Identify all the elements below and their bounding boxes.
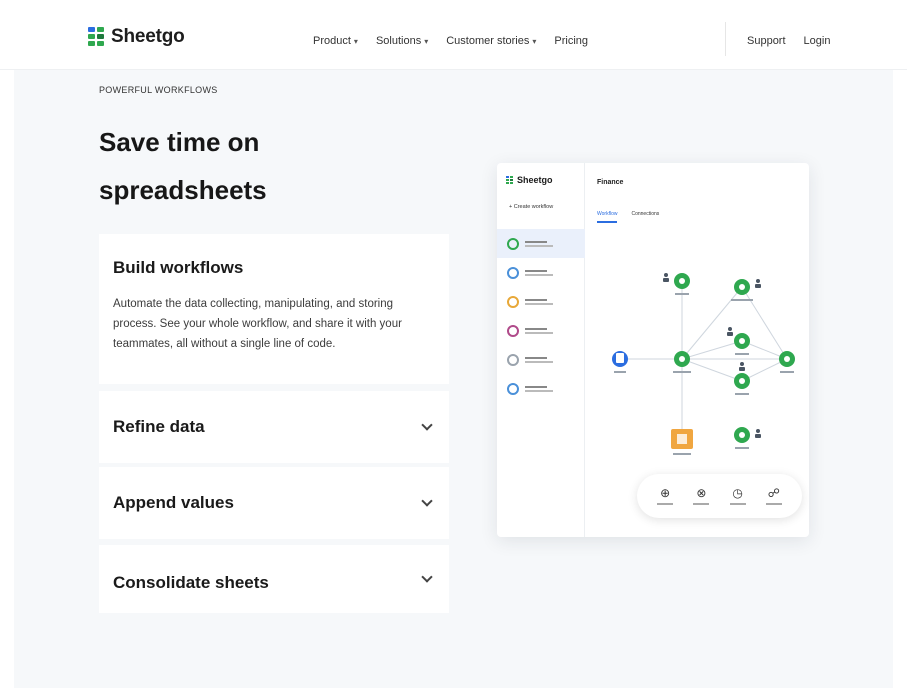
accordion-title: Consolidate sheets	[113, 573, 269, 592]
app-sidebar: Sheetgo + Create workflow	[497, 163, 585, 537]
nav-divider	[725, 22, 726, 56]
workflow-list	[497, 229, 585, 403]
chevron-down-icon: ▾	[424, 36, 429, 46]
workflow-toolbar: ⊕ ⊗ ◷ ☍	[637, 474, 802, 518]
tool-connect: ⊕	[657, 486, 674, 505]
tool-filter: ⊗	[693, 486, 710, 505]
app-preview-screenshot: Sheetgo + Create workflow Finance Workfl…	[497, 163, 809, 537]
accordion-title: Refine data	[113, 417, 205, 436]
accordion-item-refine-data[interactable]: Refine data	[99, 391, 449, 463]
filter-icon: ⊗	[696, 486, 707, 500]
accordion-title: Append values	[113, 493, 234, 512]
share-icon: ☍	[767, 486, 780, 500]
nav-item-solutions[interactable]: Solutions ▾	[376, 35, 428, 47]
tab-workflow: Workflow	[597, 211, 618, 223]
schedule-icon: ◷	[732, 486, 743, 500]
nav-item-label: Product	[313, 35, 351, 47]
accordion-item-consolidate-sheets[interactable]: Consolidate sheets	[99, 545, 449, 613]
nav-item-customer-stories[interactable]: Customer stories ▾	[446, 35, 536, 47]
nav-item-label: Solutions	[375, 35, 422, 47]
app-tabs: Workflow Connections	[597, 211, 659, 223]
workflow-node	[734, 427, 750, 443]
workflow-node	[734, 279, 750, 295]
node-label	[614, 293, 794, 455]
section-eyebrow: POWERFUL WORKFLOWS	[99, 85, 218, 95]
workflow-icon	[507, 382, 519, 395]
sheetgo-logo-icon	[506, 175, 514, 185]
workflow-node	[734, 333, 750, 349]
chevron-down-icon	[419, 571, 435, 587]
accordion-item-build-workflows[interactable]: Build workflows Automate the data collec…	[99, 234, 449, 384]
main-nav: Product ▾ Solutions ▾ Customer stories ▾…	[313, 35, 588, 47]
sheetgo-logo-icon	[88, 27, 105, 47]
nav-item-label: Pricing	[554, 35, 588, 47]
workflow-icon	[507, 324, 519, 337]
accordion-body: Automate the data collecting, manipulati…	[113, 298, 402, 350]
app-brand: Sheetgo	[506, 175, 553, 185]
nav-item-product[interactable]: Product ▾	[313, 35, 358, 47]
workflow-node	[734, 373, 750, 389]
tab-connections: Connections	[631, 211, 660, 217]
list-item	[497, 345, 585, 374]
list-item	[497, 287, 585, 316]
brand-name: Sheetgo	[111, 26, 185, 47]
nav-item-label: Customer stories	[446, 35, 530, 47]
brand-logo[interactable]: Sheetgo	[88, 26, 185, 48]
chevron-down-icon	[419, 495, 435, 511]
file-node	[671, 429, 693, 449]
chevron-down-icon	[419, 419, 435, 435]
list-item	[497, 374, 585, 403]
list-item	[497, 258, 585, 287]
workflow-diagram	[612, 273, 795, 455]
connect-icon: ⊕	[660, 486, 671, 500]
tool-schedule: ◷	[729, 486, 746, 505]
workflow-icon	[507, 353, 519, 366]
tool-share: ☍	[765, 486, 782, 505]
list-item	[497, 316, 585, 345]
accordion-item-append-values[interactable]: Append values	[99, 467, 449, 539]
page-title: Save time on spreadsheets	[99, 127, 267, 205]
top-navigation-bar: Sheetgo Product ▾ Solutions ▾ Customer s…	[0, 0, 907, 70]
workflow-node	[674, 351, 690, 367]
chevron-down-icon: ▾	[532, 36, 537, 46]
app-brand-name: Sheetgo	[517, 175, 553, 185]
account-nav: Support Login	[747, 35, 830, 47]
source-node	[612, 351, 628, 367]
workflow-icon	[507, 295, 519, 308]
workflow-icon	[507, 266, 519, 279]
workflow-node	[779, 351, 795, 367]
app-workflow-title: Finance	[597, 179, 624, 186]
workflow-icon	[507, 237, 519, 250]
list-item	[497, 229, 585, 258]
create-workflow-button: + Create workflow	[509, 204, 554, 210]
workflow-node	[674, 273, 690, 289]
chevron-down-icon: ▾	[353, 36, 358, 46]
accordion-title: Build workflows	[113, 258, 244, 277]
login-link[interactable]: Login	[804, 35, 831, 47]
nav-item-pricing[interactable]: Pricing	[554, 35, 588, 47]
support-link[interactable]: Support	[747, 35, 786, 47]
